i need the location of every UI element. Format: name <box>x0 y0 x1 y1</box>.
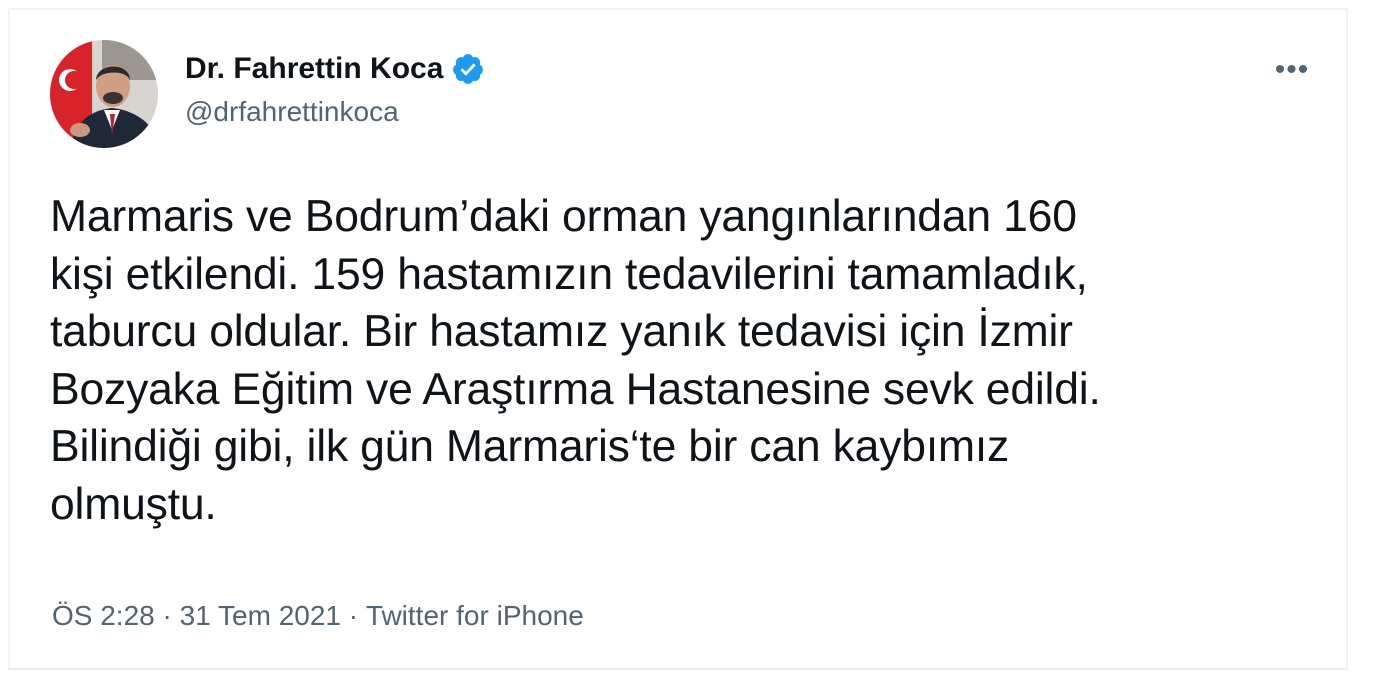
more-icon: ••• <box>1274 53 1310 86</box>
more-options-button[interactable]: ••• <box>1264 52 1320 88</box>
verified-badge-icon <box>453 54 484 84</box>
tweet-text: Marmaris ve Bodrum’daki orman yangınları… <box>50 192 1101 529</box>
avatar-image <box>50 40 158 148</box>
avatar[interactable] <box>50 40 158 148</box>
author-name[interactable]: Dr. Fahrettin Koca <box>185 52 443 86</box>
meta-separator: · <box>154 600 180 631</box>
tweet-date[interactable]: 31 Tem 2021 <box>180 600 341 632</box>
author-name-row: Dr. Fahrettin Koca <box>185 48 485 90</box>
tweet-meta: ÖS 2:28 · 31 Tem 2021 · Twitter for iPho… <box>52 600 584 632</box>
meta-separator: · <box>341 600 366 631</box>
author-handle[interactable]: @drfahrettinkoca <box>185 96 399 128</box>
tweet-card: Dr. Fahrettin Koca @drfahrettinkoca ••• … <box>8 8 1348 670</box>
tweet-time[interactable]: ÖS 2:28 <box>52 600 155 632</box>
tweet-source[interactable]: Twitter for iPhone <box>366 600 584 632</box>
